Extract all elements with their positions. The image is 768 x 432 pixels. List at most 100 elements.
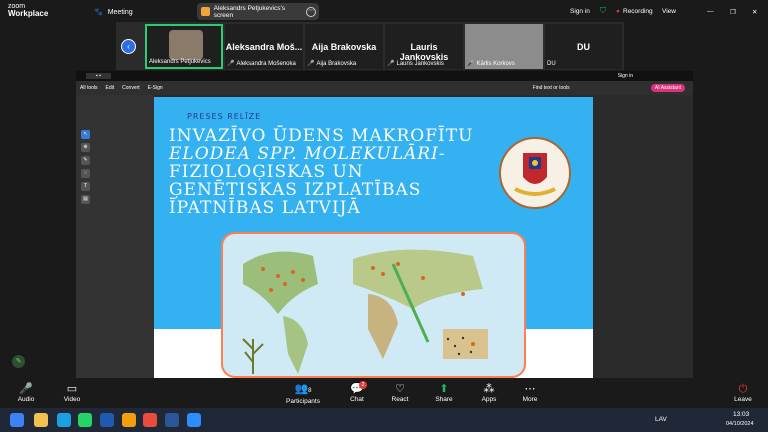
more-icon: ⋯ bbox=[524, 383, 536, 395]
slide-title: INVAZĪVO ŪDENS MAKROFĪTU ELODEA SPP. MOL… bbox=[169, 127, 473, 217]
zoom-title-bar: zoom Workplace 🐾 Meeting Aleksandrs Petj… bbox=[0, 0, 768, 22]
viewer-left-panel: ↖ ⊕ ✎ ◌ T ▤ bbox=[76, 95, 154, 378]
viewer-toolbar: All tools Edit Convert E-Sign Find text … bbox=[76, 81, 693, 95]
meeting-label: Meeting bbox=[107, 8, 133, 16]
chevron-left-icon[interactable]: ‹ bbox=[121, 39, 136, 54]
zoom-taskbar-icon[interactable] bbox=[187, 413, 201, 427]
leave-button[interactable]: ⏻ Leave bbox=[723, 383, 763, 403]
title-line: ĢENĒTISKAS IZPLATĪBAS bbox=[169, 180, 422, 200]
minimize-icon[interactable]: — bbox=[707, 8, 714, 15]
chat-button[interactable]: 💬 Chat bbox=[337, 383, 377, 403]
participant-name: 🎤 Aija Brakovska bbox=[307, 61, 357, 67]
text-icon[interactable]: T bbox=[81, 182, 90, 191]
title-line: ĪPATNĪBAS LATVIJĀ bbox=[169, 198, 361, 218]
participant-tile[interactable]: Aleksandra Moš... 🎤 Aleksandra Mošenoka bbox=[225, 24, 303, 69]
participant-name: 🎤 Aleksandra Mošenoka bbox=[227, 61, 296, 67]
pen-icon[interactable]: ✎ bbox=[81, 156, 90, 165]
participant-big-name: DU bbox=[577, 42, 590, 52]
university-crest bbox=[499, 137, 571, 209]
video-button[interactable]: ▭ Video bbox=[52, 383, 92, 403]
share-screen-icon: ⬆ bbox=[439, 383, 449, 395]
participant-tile[interactable]: Aija Brakovska 🎤 Aija Brakovska bbox=[305, 24, 383, 69]
title-line: FIZIOLOĢISKAS UN bbox=[169, 162, 364, 182]
cursor-icon[interactable]: ↖ bbox=[81, 130, 90, 139]
more-options-icon[interactable]: ⋯ bbox=[306, 6, 316, 17]
slide-kicker: PRESES RELĪZE bbox=[187, 112, 262, 121]
participant-tile[interactable]: DU DU bbox=[545, 24, 622, 69]
maximize-icon[interactable]: ❐ bbox=[730, 8, 736, 16]
title-line: INVAZĪVO ŪDENS MAKROFĪTU bbox=[169, 126, 474, 146]
view-menu[interactable]: View bbox=[662, 8, 676, 15]
lasso-icon[interactable]: ◌ bbox=[81, 169, 90, 178]
viewer-tab[interactable]: ▪ ▪ bbox=[86, 73, 111, 79]
viewer-tab-bar: ▪ ▪ Sign in bbox=[76, 71, 693, 81]
participant-video bbox=[169, 30, 203, 60]
zoom-icon[interactable]: ⊕ bbox=[81, 143, 90, 152]
mic-muted-icon: 🎤 bbox=[387, 61, 395, 67]
participants-button[interactable]: 👥8 Participants bbox=[280, 383, 326, 405]
close-icon[interactable]: ✕ bbox=[752, 8, 757, 16]
start-icon[interactable] bbox=[10, 413, 24, 427]
chrome-icon[interactable] bbox=[122, 413, 136, 427]
clock-date[interactable]: 04/10/2024 bbox=[726, 421, 754, 427]
mic-muted-icon: 🎤 bbox=[467, 61, 475, 67]
chrome-profile-icon[interactable] bbox=[143, 413, 157, 427]
viewer-tool-column: ↖ ⊕ ✎ ◌ T ▤ bbox=[81, 130, 91, 208]
recording-label[interactable]: Recording bbox=[623, 8, 653, 15]
logo-line2: Workplace bbox=[8, 9, 49, 18]
camera-icon: ▭ bbox=[66, 383, 78, 395]
share-label: Aleksandrs Petjukevics's screen bbox=[213, 4, 285, 19]
stamp-icon[interactable]: ▤ bbox=[81, 195, 90, 204]
viewer-right-panel bbox=[593, 95, 693, 378]
shield-icon[interactable]: ⛉ bbox=[600, 6, 606, 16]
heart-icon: ♡ bbox=[395, 383, 405, 395]
file-explorer-icon[interactable] bbox=[34, 413, 48, 427]
people-icon: 👥8 bbox=[294, 383, 312, 395]
world-map-image bbox=[221, 232, 526, 378]
participant-tile[interactable]: Aleksandrs Petjukevics bbox=[145, 24, 223, 69]
edit-annotation-icon[interactable]: ✎ bbox=[12, 355, 25, 368]
menu-convert[interactable]: Convert bbox=[122, 85, 140, 91]
share-app-icon bbox=[201, 7, 210, 16]
participant-tile[interactable]: Lauris Jankovskis 🎤 Lauris Jankovskis bbox=[385, 24, 463, 69]
word-icon[interactable] bbox=[165, 413, 179, 427]
menu-esign[interactable]: E-Sign bbox=[148, 85, 163, 91]
sign-in-link[interactable]: Sign in bbox=[570, 8, 590, 15]
leave-icon: ⏻ bbox=[738, 383, 748, 395]
zoom-logo: zoom Workplace bbox=[8, 3, 48, 18]
meeting-menu[interactable]: 🐾 Meeting bbox=[94, 8, 133, 17]
participant-name: DU bbox=[547, 61, 556, 67]
audio-button[interactable]: 🎤 Audio bbox=[6, 383, 46, 403]
windows-taskbar: LAV 13:03 04/10/2024 bbox=[0, 408, 768, 432]
participant-big-name: Lauris Jankovskis bbox=[399, 42, 449, 62]
participant-name: Aleksandrs Petjukevics bbox=[149, 59, 211, 65]
apps-icon: ⁂ bbox=[483, 383, 495, 395]
participant-name: 🎤 Kārlis Korkovs bbox=[467, 61, 515, 67]
skype-icon[interactable] bbox=[57, 413, 71, 427]
react-button[interactable]: ♡ React bbox=[380, 383, 420, 403]
menu-all-tools[interactable]: All tools bbox=[80, 85, 98, 91]
slide-page: PRESES RELĪZE INVAZĪVO ŪDENS MAKROFĪTU E… bbox=[154, 97, 593, 378]
apps-button[interactable]: ⁂ Apps bbox=[469, 383, 509, 403]
find-input[interactable]: Find text or tools bbox=[533, 85, 570, 91]
title-line: ELODEA SPP. MOLEKULĀRI- bbox=[169, 144, 446, 164]
ai-assistant-button[interactable]: AI Assistant bbox=[650, 84, 685, 92]
participant-big-name: Aija Brakovska bbox=[311, 42, 377, 52]
participant-name: 🎤 Lauris Jankovskis bbox=[387, 61, 444, 67]
screen-share-pill[interactable]: Aleksandrs Petjukevics's screen ⋯ bbox=[197, 3, 319, 20]
mic-muted-icon: 🎤 bbox=[19, 383, 33, 395]
mic-muted-icon: 🎤 bbox=[307, 61, 315, 67]
language-indicator[interactable]: LAV bbox=[655, 416, 667, 423]
menu-edit[interactable]: Edit bbox=[106, 85, 115, 91]
share-button[interactable]: ⬆ Share bbox=[424, 383, 464, 403]
paw-icon: 🐾 bbox=[94, 9, 103, 16]
more-button[interactable]: ⋯ More bbox=[510, 383, 550, 403]
participant-tile[interactable]: 🎤 Kārlis Korkovs bbox=[465, 24, 543, 69]
viewer-sign-in[interactable]: Sign in bbox=[618, 73, 633, 79]
whatsapp-icon[interactable] bbox=[78, 413, 92, 427]
edge-icon[interactable] bbox=[100, 413, 114, 427]
mic-muted-icon: 🎤 bbox=[227, 61, 235, 67]
meeting-controls: 🎤 Audio ▭ Video 👥8 Participants 💬 Chat 2 ♡ Re… bbox=[0, 378, 768, 408]
chat-icon: 💬 bbox=[350, 383, 364, 395]
clock-time[interactable]: 13:03 bbox=[733, 411, 749, 418]
